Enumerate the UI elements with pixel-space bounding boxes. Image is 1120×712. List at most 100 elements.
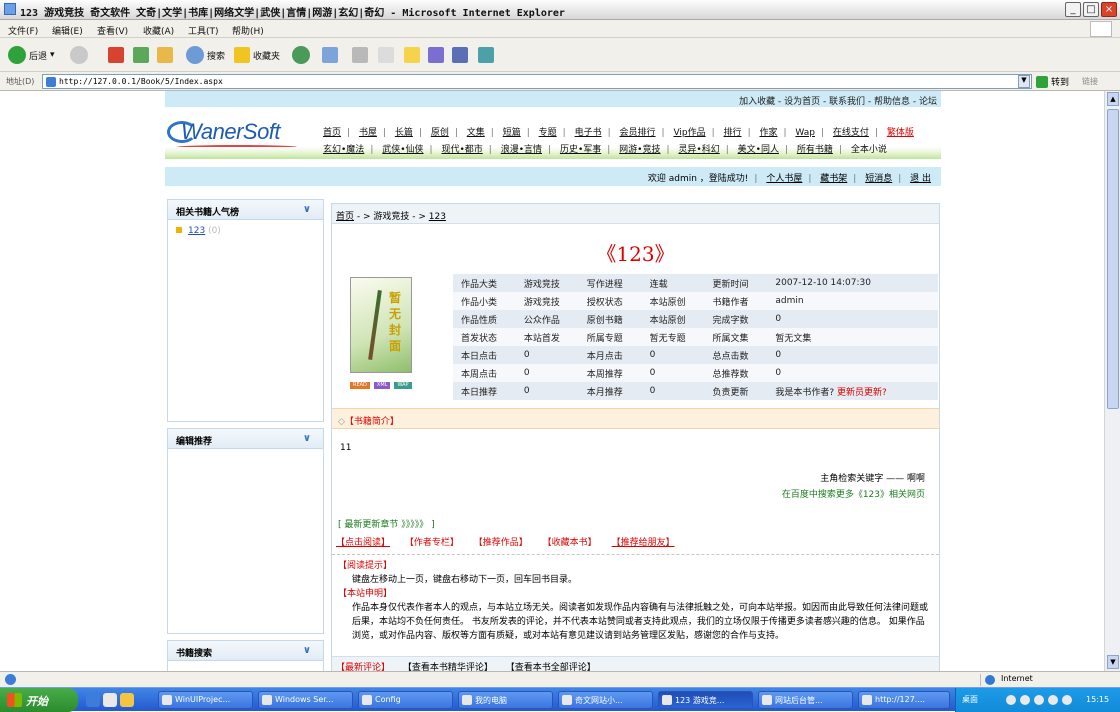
maximize-button[interactable]: □ bbox=[1083, 2, 1099, 17]
genre-games[interactable]: 网游•竞技 bbox=[619, 145, 660, 155]
stop-button[interactable] bbox=[108, 45, 124, 65]
chevron-down-icon[interactable]: ∨ bbox=[303, 433, 311, 444]
all-comments-link[interactable]: 【查看本书全部评论】 bbox=[506, 663, 596, 671]
ie-quicklaunch-icon[interactable] bbox=[86, 693, 100, 707]
nav-authors[interactable]: 作家 bbox=[759, 128, 777, 138]
breadcrumb-home[interactable]: 首页 bbox=[336, 212, 354, 222]
recommend-friend-link[interactable]: 【推荐给朋友】 bbox=[612, 538, 675, 548]
xml-badge[interactable]: XML bbox=[373, 382, 391, 389]
messenger-button[interactable] bbox=[428, 45, 444, 65]
genre-romance[interactable]: 浪漫•言情 bbox=[501, 145, 542, 155]
read-now-link[interactable]: 【点击阅读】 bbox=[336, 538, 390, 548]
genre-history[interactable]: 历史•军事 bbox=[560, 145, 601, 155]
nav-member-rank[interactable]: 会员排行 bbox=[620, 128, 656, 138]
baidu-search-link[interactable]: 在百度中搜索更多《123》相关网页 bbox=[782, 487, 925, 503]
print-button[interactable] bbox=[352, 45, 368, 65]
updater-link[interactable]: 更新员更新? bbox=[837, 388, 887, 398]
favorites-button[interactable]: 收藏夹 bbox=[234, 45, 280, 65]
top-links[interactable]: 加入收藏 - 设为首页 - 联系我们 - 帮助信息 - 论坛 bbox=[739, 94, 937, 107]
menu-help[interactable]: 帮助(H) bbox=[232, 24, 264, 37]
task-winuiproject[interactable]: WinUIProjec... bbox=[158, 691, 253, 709]
nav-wap[interactable]: Wap bbox=[795, 128, 815, 138]
nav-topics[interactable]: 专题 bbox=[539, 128, 557, 138]
wap-badge[interactable]: WAP bbox=[394, 382, 412, 389]
tray-icon[interactable] bbox=[1034, 695, 1044, 705]
scroll-up-button[interactable]: ▲ bbox=[1107, 92, 1119, 106]
tray-icon[interactable] bbox=[1006, 695, 1016, 705]
search-button[interactable]: 搜索 bbox=[186, 45, 225, 65]
breadcrumb-current[interactable]: 123 bbox=[429, 212, 446, 222]
go-button[interactable]: 转到 bbox=[1036, 75, 1069, 88]
refresh-button[interactable] bbox=[133, 45, 149, 65]
latest-comments-link[interactable]: 【最新评论】 bbox=[336, 663, 390, 671]
genre-fanfic[interactable]: 美文•同人 bbox=[738, 145, 779, 155]
task-config[interactable]: Config bbox=[358, 691, 453, 709]
network-icon[interactable] bbox=[1062, 695, 1072, 705]
genre-scifi[interactable]: 灵异•科幻 bbox=[678, 145, 719, 155]
tools-button[interactable] bbox=[478, 45, 494, 65]
nav-original[interactable]: 原创 bbox=[431, 128, 449, 138]
address-dropdown-button[interactable]: ▼ bbox=[1018, 75, 1030, 88]
latest-chapter-link[interactable]: [ 最新更新章节 》》》》》 ] bbox=[338, 517, 435, 530]
collect-book-link[interactable]: 【收藏本书】 bbox=[543, 538, 597, 548]
author-link[interactable]: admin bbox=[767, 292, 938, 310]
essence-comments-link[interactable]: 【查看本书精华评论】 bbox=[403, 663, 493, 671]
genre-fantasy[interactable]: 玄幻•魔法 bbox=[323, 145, 364, 155]
logout-link[interactable]: 退 出 bbox=[910, 174, 931, 184]
author-column-link[interactable]: 【作者专栏】 bbox=[405, 538, 459, 548]
mail-button[interactable] bbox=[322, 45, 338, 65]
minimize-button[interactable]: _ bbox=[1065, 2, 1081, 17]
volume-icon[interactable] bbox=[1048, 695, 1058, 705]
menu-edit[interactable]: 编辑(E) bbox=[52, 24, 83, 37]
task-site-admin[interactable]: 网站后台管... bbox=[758, 691, 853, 709]
chevron-down-icon[interactable]: ∨ bbox=[303, 645, 311, 656]
scroll-down-button[interactable]: ▼ bbox=[1107, 655, 1119, 669]
back-button[interactable]: 后退 ▾ bbox=[8, 45, 55, 65]
popular-book-link[interactable]: 123 bbox=[188, 226, 205, 236]
desktop-quicklaunch-icon[interactable] bbox=[103, 693, 117, 707]
task-my-computer[interactable]: 我的电脑 bbox=[458, 691, 553, 709]
task-localhost[interactable]: http://127.... bbox=[858, 691, 950, 709]
nav-rank[interactable]: 排行 bbox=[724, 128, 742, 138]
bookshelf-link[interactable]: 藏书架 bbox=[820, 174, 847, 184]
links-toolbar[interactable]: 链接 bbox=[1082, 76, 1098, 87]
nav-ebook[interactable]: 电子书 bbox=[575, 128, 602, 138]
nav-vip[interactable]: Vip作品 bbox=[673, 128, 705, 138]
nav-traditional[interactable]: 繁体版 bbox=[887, 128, 914, 138]
my-bookroom-link[interactable]: 个人书屋 bbox=[766, 174, 802, 184]
nav-long[interactable]: 长篇 bbox=[395, 128, 413, 138]
messages-link[interactable]: 短消息 bbox=[865, 174, 892, 184]
discuss-button[interactable] bbox=[404, 45, 420, 65]
nav-pay[interactable]: 在线支付 bbox=[833, 128, 869, 138]
genre-complete[interactable]: 全本小说 bbox=[851, 145, 887, 155]
address-input[interactable]: http://127.0.0.1/Book/5/Index.aspx bbox=[42, 74, 1032, 89]
start-button[interactable]: 开始 bbox=[0, 688, 78, 712]
tray-icon[interactable] bbox=[1020, 695, 1030, 705]
read-badge[interactable]: READ bbox=[350, 382, 370, 389]
genre-urban[interactable]: 现代•都市 bbox=[441, 145, 482, 155]
research-button[interactable] bbox=[452, 45, 468, 65]
desktop-toolbar[interactable]: 桌面 bbox=[962, 694, 978, 705]
scroll-thumb[interactable] bbox=[1107, 109, 1119, 409]
nav-short[interactable]: 短篇 bbox=[503, 128, 521, 138]
author-claim-link[interactable]: 我是本书作者? bbox=[775, 388, 834, 398]
genre-wuxia[interactable]: 武侠•仙侠 bbox=[382, 145, 423, 155]
breadcrumb-category[interactable]: 游戏竞技 bbox=[373, 212, 409, 222]
edit-button[interactable] bbox=[378, 45, 394, 65]
history-button[interactable] bbox=[292, 45, 310, 65]
genre-all[interactable]: 所有书籍 bbox=[797, 145, 833, 155]
forward-button[interactable] bbox=[70, 45, 88, 65]
site-logo[interactable]: WanerSoft bbox=[167, 117, 307, 153]
menu-view[interactable]: 查看(V) bbox=[97, 24, 128, 37]
nav-collection[interactable]: 文集 bbox=[467, 128, 485, 138]
menu-file[interactable]: 文件(F) bbox=[8, 24, 38, 37]
task-qiwen-site[interactable]: 奇文网站小... bbox=[558, 691, 653, 709]
vertical-scrollbar[interactable]: ▲ ▼ bbox=[1104, 91, 1120, 671]
task-windows-server[interactable]: Windows Ser... bbox=[258, 691, 353, 709]
explorer-quicklaunch-icon[interactable] bbox=[120, 693, 134, 707]
nav-bookroom[interactable]: 书屋 bbox=[359, 128, 377, 138]
close-button[interactable]: × bbox=[1101, 2, 1117, 17]
nav-home[interactable]: 首页 bbox=[323, 128, 341, 138]
menu-tools[interactable]: 工具(T) bbox=[188, 24, 219, 37]
home-button[interactable] bbox=[157, 45, 173, 65]
